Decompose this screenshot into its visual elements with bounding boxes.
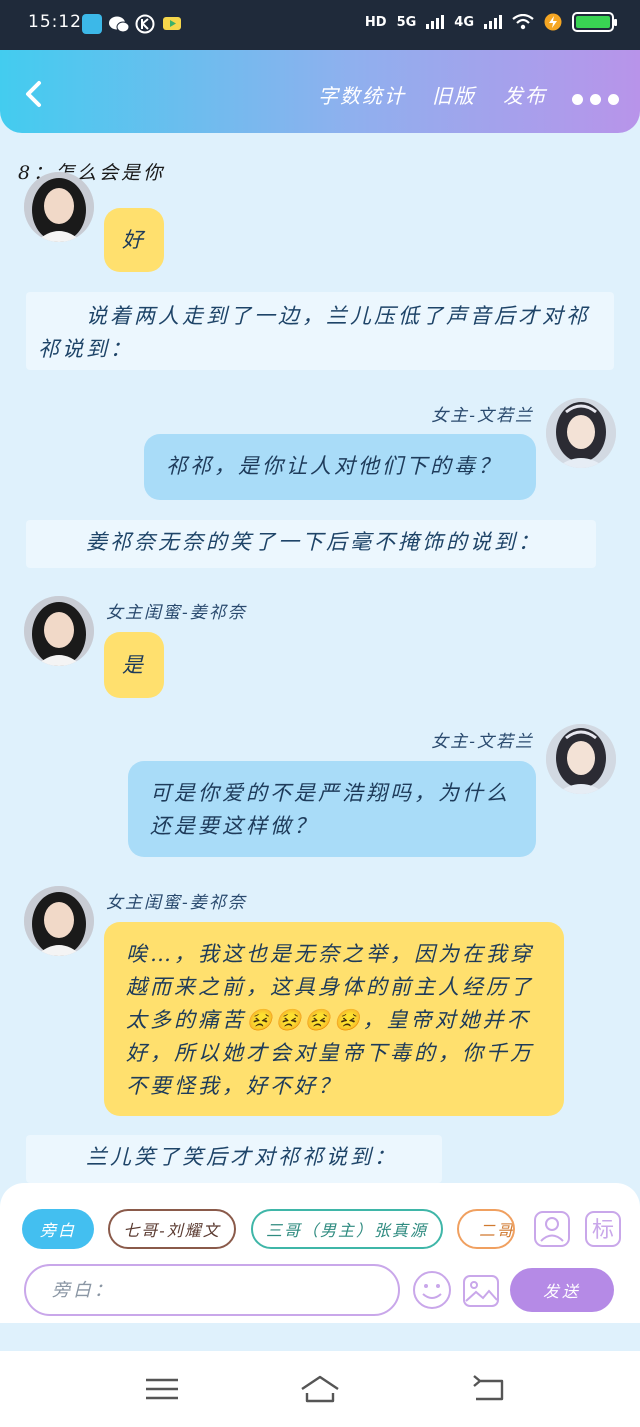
narration-text[interactable]: 姜祁奈无奈的笑了一下后毫不掩饰的说到： <box>26 520 596 568</box>
chevron-left-icon <box>26 81 41 107</box>
send-button[interactable]: 发送 <box>510 1268 614 1312</box>
more-menu-button[interactable] <box>572 90 626 109</box>
wifi-icon <box>512 14 534 30</box>
image-icon[interactable] <box>462 1272 500 1310</box>
panel-bottom-strip <box>0 1323 640 1351</box>
video-app-icon <box>163 17 181 30</box>
avatar[interactable] <box>546 398 616 468</box>
signal-bars-icon <box>426 15 445 29</box>
system-nav-bar <box>0 1351 640 1427</box>
role-chip-narrator[interactable]: 旁白 <box>22 1209 94 1249</box>
menu-icon[interactable] <box>142 1373 182 1405</box>
girl-avatar-icon <box>24 172 94 242</box>
role-chip[interactable]: 七哥-刘耀文 <box>108 1209 236 1249</box>
hd-label: HD <box>364 14 387 30</box>
signal-4g: 4G <box>454 14 474 30</box>
message-bubble[interactable]: 好 <box>104 208 164 272</box>
charging-icon <box>544 13 562 31</box>
sender-name: 女主闺蜜-姜祁奈 <box>106 603 247 623</box>
avatar[interactable] <box>24 172 94 242</box>
sender-name: 女主-文若兰 <box>431 406 534 426</box>
role-manage-icon[interactable] <box>533 1210 571 1248</box>
publish-button[interactable]: 发布 <box>503 80 547 109</box>
tag-icon[interactable]: 标 <box>584 1210 622 1248</box>
app-header: 字数统计 旧版 发布 <box>0 50 640 133</box>
svg-text:标: 标 <box>592 1218 614 1243</box>
message-bubble[interactable]: 祁祁，是你让人对他们下的毒？ <box>144 434 536 500</box>
status-bar: 15:12 HD 5G 4G <box>0 0 640 50</box>
narration-text[interactable]: 说着两人走到了一边，兰儿压低了声音后才对祁祁说到： <box>26 292 614 370</box>
old-version-button[interactable]: 旧版 <box>432 80 476 109</box>
narration-text[interactable]: 兰儿笑了笑后才对祁祁说到： <box>26 1135 442 1183</box>
app-notification-icon <box>82 14 102 34</box>
avatar[interactable] <box>546 724 616 794</box>
message-bubble[interactable]: 可是你爱的不是严浩翔吗，为什么还是要这样做？ <box>128 761 536 857</box>
message-bubble[interactable]: 是 <box>104 632 164 698</box>
status-time: 15:12 <box>28 12 82 32</box>
sender-name: 女主-文若兰 <box>431 732 534 752</box>
avatar[interactable] <box>24 596 94 666</box>
back-button[interactable] <box>22 80 46 108</box>
heroine-avatar-icon <box>546 398 616 468</box>
word-count-button[interactable]: 字数统计 <box>318 80 406 109</box>
home-icon[interactable] <box>300 1373 340 1405</box>
wechat-icon <box>109 16 130 33</box>
dot-icon <box>590 94 601 105</box>
girl-avatar-icon <box>24 596 94 666</box>
message-bubble[interactable]: 唉…，我这也是无奈之举，因为在我穿越而来之前，这具身体的前主人经历了太多的痛苦😣… <box>104 922 564 1116</box>
battery-icon <box>572 12 617 32</box>
girl-avatar-icon <box>24 886 94 956</box>
role-chip[interactable]: 三哥（男主）张真源 <box>251 1209 443 1249</box>
sender-name: 女主闺蜜-姜祁奈 <box>106 893 247 913</box>
emoji-icon[interactable] <box>412 1270 452 1310</box>
k-icon <box>135 14 155 34</box>
back-nav-icon[interactable] <box>468 1373 508 1405</box>
signal-bars-icon-2 <box>484 15 502 29</box>
heroine-avatar-icon <box>546 724 616 794</box>
signal-5g: 5G <box>396 14 417 30</box>
message-input[interactable] <box>24 1264 400 1316</box>
role-chip[interactable]: 二哥- <box>457 1209 515 1249</box>
dot-icon <box>572 94 583 105</box>
dot-icon <box>608 94 619 105</box>
avatar[interactable] <box>24 886 94 956</box>
